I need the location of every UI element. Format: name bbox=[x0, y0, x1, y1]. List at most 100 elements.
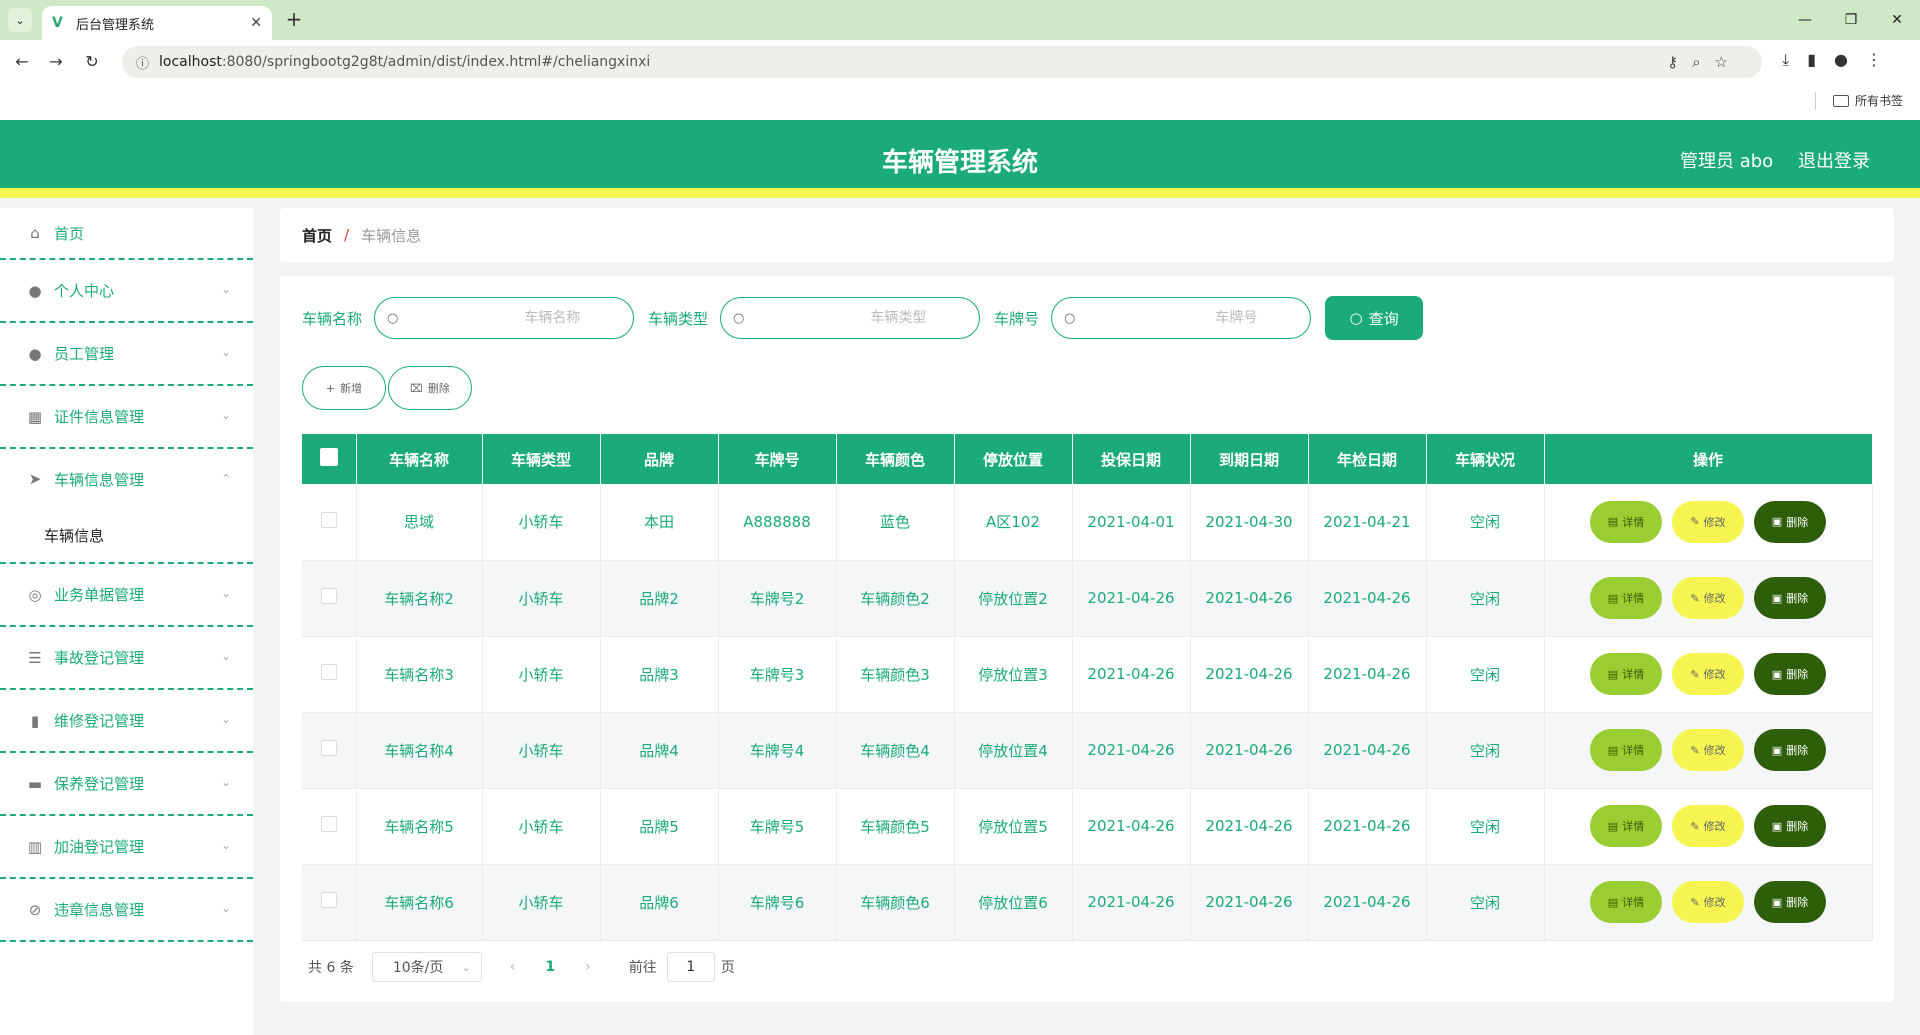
row-select-cell[interactable] bbox=[302, 788, 357, 865]
table-cell: A888888 bbox=[718, 484, 837, 561]
logout-link[interactable]: 退出登录 bbox=[1798, 147, 1870, 173]
table-cell: 2021-04-26 bbox=[1308, 864, 1427, 941]
forward-button[interactable]: → bbox=[44, 50, 68, 74]
sidebar-item-vehicles[interactable]: ➤ 车辆信息管理 ⌄ bbox=[0, 449, 253, 509]
add-button-label: 新增 bbox=[340, 382, 363, 395]
site-info-icon[interactable]: ⓘ bbox=[136, 53, 149, 72]
row-checkbox[interactable] bbox=[320, 588, 337, 604]
next-page-button[interactable]: › bbox=[585, 959, 591, 975]
sidebar: ⌂ 首页 ● 个人中心 ⌄ ● 员工管理 ⌄ ▦ 证件信息管理 ⌄ ➤ 车辆信息… bbox=[0, 208, 253, 1035]
edit-button[interactable]: ✎ 修改 bbox=[1672, 729, 1744, 771]
trash-icon: ▣ bbox=[1771, 895, 1783, 909]
page-size-select[interactable]: 10条/页 ⌄ bbox=[371, 952, 482, 982]
add-button[interactable]: + 新增 bbox=[302, 366, 386, 410]
table-cell: 车牌号6 bbox=[718, 864, 837, 941]
delete-button[interactable]: ▣ 删除 bbox=[1754, 500, 1826, 543]
row-select-cell[interactable] bbox=[302, 484, 357, 561]
table-cell: 2021-04-26 bbox=[1308, 560, 1427, 637]
chevron-down-icon: ⌄ bbox=[220, 345, 231, 359]
detail-button[interactable]: ▤ 详情 bbox=[1590, 729, 1662, 771]
detail-button[interactable]: ▤ 详情 bbox=[1590, 500, 1662, 543]
all-bookmarks-label: 所有书签 bbox=[1855, 94, 1904, 108]
browser-tab[interactable]: V 后台管理系统 ✕ bbox=[42, 6, 272, 40]
sidebar-item-violations[interactable]: ⊘ 违章信息管理 ⌄ bbox=[0, 879, 253, 942]
table-cell: 车牌号3 bbox=[718, 636, 837, 713]
breadcrumb-home[interactable]: 首页 bbox=[302, 225, 332, 246]
select-all-checkbox[interactable] bbox=[319, 448, 338, 466]
edit-button[interactable]: ✎ 修改 bbox=[1672, 805, 1744, 847]
browser-toolbar-icons[interactable]: ⤓▮●⋮ bbox=[1782, 50, 1900, 70]
row-select-cell[interactable] bbox=[302, 864, 357, 941]
sidebar-item-label: 保养登记管理 bbox=[54, 775, 145, 793]
delete-button[interactable]: ▣ 删除 bbox=[1754, 729, 1826, 771]
main-content: 车辆名称 ○ 车辆类型 ○ 车牌号 ○ ○ 查询 + 新增 ⌧ 删除 bbox=[280, 276, 1894, 1002]
table-cell: 车辆名称6 bbox=[356, 864, 483, 941]
row-select-cell[interactable] bbox=[302, 636, 357, 713]
vehicle-type-input[interactable] bbox=[744, 310, 945, 326]
detail-button[interactable]: ▤ 详情 bbox=[1590, 653, 1662, 695]
all-bookmarks[interactable]: 所有书签 bbox=[1833, 92, 1903, 109]
sidebar-item-certificates[interactable]: ▦ 证件信息管理 ⌄ bbox=[0, 386, 253, 449]
delete-button[interactable]: ▣ 删除 bbox=[1754, 577, 1826, 619]
tab-close-icon[interactable]: ✕ bbox=[250, 15, 262, 31]
sidebar-item-employees[interactable]: ● 员工管理 ⌄ bbox=[0, 323, 253, 386]
delete-button[interactable]: ▣ 删除 bbox=[1754, 881, 1826, 923]
row-checkbox[interactable] bbox=[320, 511, 337, 528]
page-number-current[interactable]: 1 bbox=[545, 959, 555, 975]
sidebar-item-accidents[interactable]: ☰ 事故登记管理 ⌄ bbox=[0, 627, 253, 690]
query-button[interactable]: ○ 查询 bbox=[1325, 296, 1424, 340]
detail-button[interactable]: ▤ 详情 bbox=[1590, 881, 1662, 923]
breadcrumb-separator: / bbox=[344, 226, 350, 244]
edit-button-label: 修改 bbox=[1703, 592, 1726, 605]
close-window-button[interactable]: ✕ bbox=[1874, 0, 1920, 40]
chevron-down-icon: ⌄ bbox=[220, 282, 231, 296]
url-field[interactable]: ⓘ localhost:8080/springbootg2g8t/admin/d… bbox=[122, 46, 1762, 78]
sidebar-item-repairs[interactable]: ▮ 维修登记管理 ⌄ bbox=[0, 690, 253, 753]
new-tab-button[interactable]: + bbox=[282, 8, 306, 32]
sidebar-item-label: 加油登记管理 bbox=[54, 838, 145, 856]
minimize-button[interactable]: — bbox=[1782, 0, 1828, 40]
search-icon: ○ bbox=[387, 310, 399, 326]
back-button[interactable]: ← bbox=[10, 50, 34, 74]
edit-button[interactable]: ✎ 修改 bbox=[1672, 653, 1744, 695]
select-all-cell[interactable] bbox=[302, 434, 357, 484]
sidebar-subitem-vehicle-info[interactable]: 车辆信息 bbox=[0, 509, 253, 564]
row-select-cell[interactable] bbox=[302, 712, 357, 789]
edit-button[interactable]: ✎ 修改 bbox=[1672, 577, 1744, 619]
delete-button[interactable]: ▣ 删除 bbox=[1754, 805, 1826, 847]
sidebar-item-maintenance[interactable]: ▬ 保养登记管理 ⌄ bbox=[0, 753, 253, 816]
vehicle-type-search[interactable]: ○ bbox=[720, 297, 981, 339]
detail-button[interactable]: ▤ 详情 bbox=[1590, 805, 1662, 847]
plate-input[interactable] bbox=[1075, 310, 1276, 326]
table-cell: 车辆名称5 bbox=[356, 788, 483, 865]
reload-button[interactable]: ↻ bbox=[80, 50, 104, 74]
sidebar-item-home[interactable]: ⌂ 首页 bbox=[0, 208, 253, 260]
edit-button[interactable]: ✎ 修改 bbox=[1672, 881, 1744, 923]
vehicle-name-search[interactable]: ○ bbox=[374, 297, 635, 339]
sidebar-item-business-docs[interactable]: ◎ 业务单据管理 ⌄ bbox=[0, 564, 253, 627]
batch-delete-button[interactable]: ⌧ 删除 bbox=[388, 366, 472, 410]
goto-page-input[interactable]: 1 bbox=[666, 952, 715, 982]
delete-button[interactable]: ▣ 删除 bbox=[1754, 653, 1826, 695]
row-checkbox[interactable] bbox=[320, 740, 337, 756]
restore-button[interactable]: ❐ bbox=[1828, 0, 1874, 40]
tab-search-button[interactable]: ⌄ bbox=[8, 8, 32, 32]
row-select-cell[interactable] bbox=[302, 560, 357, 637]
omnibox-actions[interactable]: ⚷⌕☆ bbox=[1667, 53, 1742, 71]
plate-search[interactable]: ○ bbox=[1051, 297, 1312, 339]
sidebar-item-personal-center[interactable]: ● 个人中心 ⌄ bbox=[0, 260, 253, 323]
document-icon: ▤ bbox=[1607, 819, 1619, 833]
table-cell: 车辆颜色6 bbox=[836, 864, 955, 941]
address-bar: ← → ↻ ⓘ localhost:8080/springbootg2g8t/a… bbox=[0, 40, 1920, 84]
prev-page-button[interactable]: ‹ bbox=[510, 959, 516, 975]
detail-button[interactable]: ▤ 详情 bbox=[1590, 577, 1662, 619]
row-checkbox[interactable] bbox=[320, 892, 337, 908]
vehicle-name-input[interactable] bbox=[398, 310, 599, 326]
chevron-up-icon: ⌄ bbox=[220, 471, 231, 485]
admin-label: 管理员 abo bbox=[1680, 151, 1774, 172]
edit-button[interactable]: ✎ 修改 bbox=[1672, 500, 1744, 543]
row-checkbox[interactable] bbox=[320, 816, 337, 832]
sidebar-item-refueling[interactable]: ▥ 加油登记管理 ⌄ bbox=[0, 816, 253, 879]
row-checkbox[interactable] bbox=[320, 664, 337, 680]
table-cell: 2021-04-30 bbox=[1190, 484, 1309, 561]
